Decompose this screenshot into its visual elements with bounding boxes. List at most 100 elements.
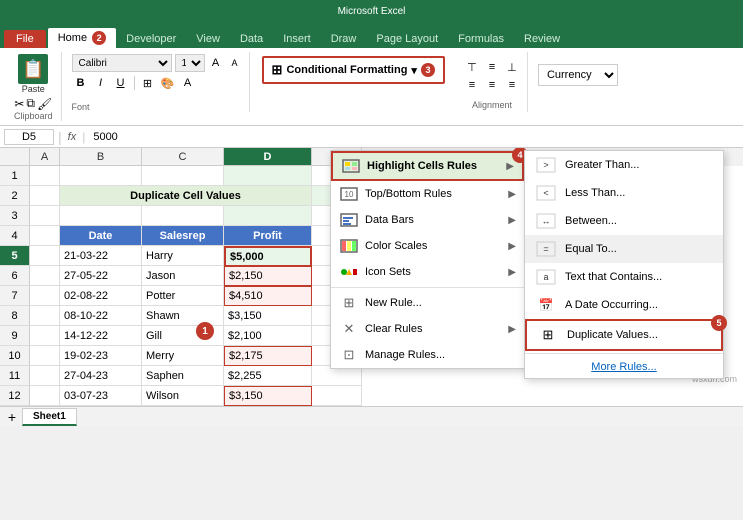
tab-review[interactable]: Review bbox=[514, 30, 570, 48]
row-header-9[interactable]: 9 bbox=[0, 326, 30, 346]
align-center-button[interactable]: ≡ bbox=[483, 76, 501, 94]
row-header-4[interactable]: 4 bbox=[0, 226, 30, 246]
cell-b7[interactable]: 02-08-22 bbox=[60, 286, 142, 306]
cell-a2[interactable] bbox=[30, 186, 60, 206]
cell-b12[interactable]: 03-07-23 bbox=[60, 386, 142, 406]
tab-page-layout[interactable]: Page Layout bbox=[366, 30, 448, 48]
menu-item-data-bars[interactable]: Data Bars ▶ bbox=[331, 207, 524, 233]
cell-d10[interactable]: $2,175 bbox=[224, 346, 312, 366]
cell-c1[interactable] bbox=[142, 166, 224, 186]
menu-item-top-bottom[interactable]: 10 Top/Bottom Rules ▶ bbox=[331, 181, 524, 207]
cell-d6[interactable]: $2,150 bbox=[224, 266, 312, 286]
cell-b1[interactable] bbox=[60, 166, 142, 186]
cut-button[interactable]: ✂ bbox=[14, 97, 24, 111]
cell-a3[interactable] bbox=[30, 206, 60, 226]
align-left-button[interactable]: ≡ bbox=[463, 76, 481, 94]
col-header-d[interactable]: D bbox=[224, 148, 312, 166]
row-header-10[interactable]: 10 bbox=[0, 346, 30, 366]
cell-d12[interactable]: $3,150 bbox=[224, 386, 312, 406]
menu-item-new-rule[interactable]: ⊞ New Rule... bbox=[331, 290, 524, 316]
cell-d9[interactable]: $2,100 bbox=[224, 326, 312, 346]
cell-a6[interactable] bbox=[30, 266, 60, 286]
cell-c4-header[interactable]: Salesrep bbox=[142, 226, 224, 246]
submenu-item-greater-than[interactable]: > Greater Than... bbox=[525, 151, 723, 179]
submenu-item-more-rules[interactable]: More Rules... bbox=[525, 356, 723, 378]
cell-c12[interactable]: Wilson bbox=[142, 386, 224, 406]
cell-a10[interactable] bbox=[30, 346, 60, 366]
cell-d8[interactable]: $3,150 bbox=[224, 306, 312, 326]
cell-d5-active[interactable]: $5,000 bbox=[224, 246, 312, 266]
cell-a5[interactable] bbox=[30, 246, 60, 266]
menu-item-icon-sets[interactable]: Icon Sets ▶ bbox=[331, 259, 524, 285]
formula-input[interactable] bbox=[89, 131, 739, 143]
cell-a12[interactable] bbox=[30, 386, 60, 406]
cell-d11[interactable]: $2,255 bbox=[224, 366, 312, 386]
cell-c5[interactable]: Harry bbox=[142, 246, 224, 266]
cell-c7[interactable]: Potter bbox=[142, 286, 224, 306]
submenu-item-between[interactable]: ↔ Between... bbox=[525, 207, 723, 235]
cell-d1[interactable] bbox=[224, 166, 312, 186]
font-size-select[interactable]: 11 bbox=[175, 54, 205, 72]
row-header-2[interactable]: 2 bbox=[0, 186, 30, 206]
fill-color-button[interactable]: 🎨 bbox=[159, 74, 177, 92]
number-format-select[interactable]: Currency bbox=[538, 64, 618, 86]
new-sheet-button[interactable]: + bbox=[4, 409, 20, 425]
tab-file[interactable]: File bbox=[4, 30, 46, 48]
cell-c8[interactable]: Shawn bbox=[142, 306, 224, 326]
row-header-3[interactable]: 3 bbox=[0, 206, 30, 226]
tab-formulas[interactable]: Formulas bbox=[448, 30, 514, 48]
borders-button[interactable]: ⊞ bbox=[139, 74, 157, 92]
cell-e12[interactable] bbox=[312, 386, 362, 406]
format-painter-button[interactable]: 🖌 bbox=[37, 97, 52, 111]
italic-button[interactable]: I bbox=[92, 74, 110, 92]
cell-a11[interactable] bbox=[30, 366, 60, 386]
sheet-tab-active[interactable]: Sheet1 bbox=[22, 408, 77, 426]
col-header-b[interactable]: B bbox=[60, 148, 142, 166]
row-header-6[interactable]: 6 bbox=[0, 266, 30, 286]
cell-title[interactable]: Duplicate Cell Values bbox=[60, 186, 312, 206]
cell-d3[interactable] bbox=[224, 206, 312, 226]
cell-b9[interactable]: 14-12-22 bbox=[60, 326, 142, 346]
cell-a8[interactable] bbox=[30, 306, 60, 326]
row-header-12[interactable]: 12 bbox=[0, 386, 30, 406]
row-header-11[interactable]: 11 bbox=[0, 366, 30, 386]
cell-c11[interactable]: Saphen bbox=[142, 366, 224, 386]
align-middle-button[interactable]: ≡ bbox=[483, 58, 501, 76]
tab-insert[interactable]: Insert bbox=[273, 30, 321, 48]
cell-b5[interactable]: 21-03-22 bbox=[60, 246, 142, 266]
font-name-select[interactable]: Calibri bbox=[72, 54, 172, 72]
cell-b4-header[interactable]: Date bbox=[60, 226, 142, 246]
font-color-button[interactable]: A bbox=[179, 74, 197, 92]
row-header-1[interactable]: 1 bbox=[0, 166, 30, 186]
submenu-item-less-than[interactable]: < Less Than... bbox=[525, 179, 723, 207]
tab-data[interactable]: Data bbox=[230, 30, 273, 48]
tab-home[interactable]: Home 2 bbox=[48, 28, 116, 48]
row-header-5[interactable]: 5 bbox=[0, 246, 30, 266]
row-header-7[interactable]: 7 bbox=[0, 286, 30, 306]
align-bottom-button[interactable]: ⊥ bbox=[503, 58, 521, 76]
cell-c6[interactable]: Jason bbox=[142, 266, 224, 286]
col-header-a[interactable]: A bbox=[30, 148, 60, 166]
conditional-formatting-button[interactable]: ⊞ Conditional Formatting ▾ 3 bbox=[262, 56, 445, 84]
menu-item-clear-rules[interactable]: ✕ Clear Rules ▶ bbox=[331, 316, 524, 342]
cell-reference-input[interactable] bbox=[4, 129, 54, 145]
underline-button[interactable]: U bbox=[112, 74, 130, 92]
submenu-item-date-occurring[interactable]: 📅 A Date Occurring... bbox=[525, 291, 723, 319]
cell-b11[interactable]: 27-04-23 bbox=[60, 366, 142, 386]
row-header-8[interactable]: 8 bbox=[0, 306, 30, 326]
cell-d7[interactable]: $4,510 bbox=[224, 286, 312, 306]
align-right-button[interactable]: ≡ bbox=[503, 76, 521, 94]
tab-developer[interactable]: Developer bbox=[116, 30, 186, 48]
font-grow-button[interactable]: A bbox=[208, 55, 224, 71]
tab-draw[interactable]: Draw bbox=[321, 30, 367, 48]
cell-c10[interactable]: Merry bbox=[142, 346, 224, 366]
menu-item-highlight-cells[interactable]: Highlight Cells Rules ▶ 4 bbox=[331, 151, 524, 181]
cell-a7[interactable] bbox=[30, 286, 60, 306]
cell-a1[interactable] bbox=[30, 166, 60, 186]
cell-b10[interactable]: 19-02-23 bbox=[60, 346, 142, 366]
cell-c3[interactable] bbox=[142, 206, 224, 226]
copy-button[interactable]: ⧉ bbox=[26, 96, 35, 111]
cell-a4[interactable] bbox=[30, 226, 60, 246]
font-shrink-button[interactable]: A bbox=[227, 55, 243, 71]
menu-item-manage-rules[interactable]: ⊡ Manage Rules... bbox=[331, 342, 524, 368]
